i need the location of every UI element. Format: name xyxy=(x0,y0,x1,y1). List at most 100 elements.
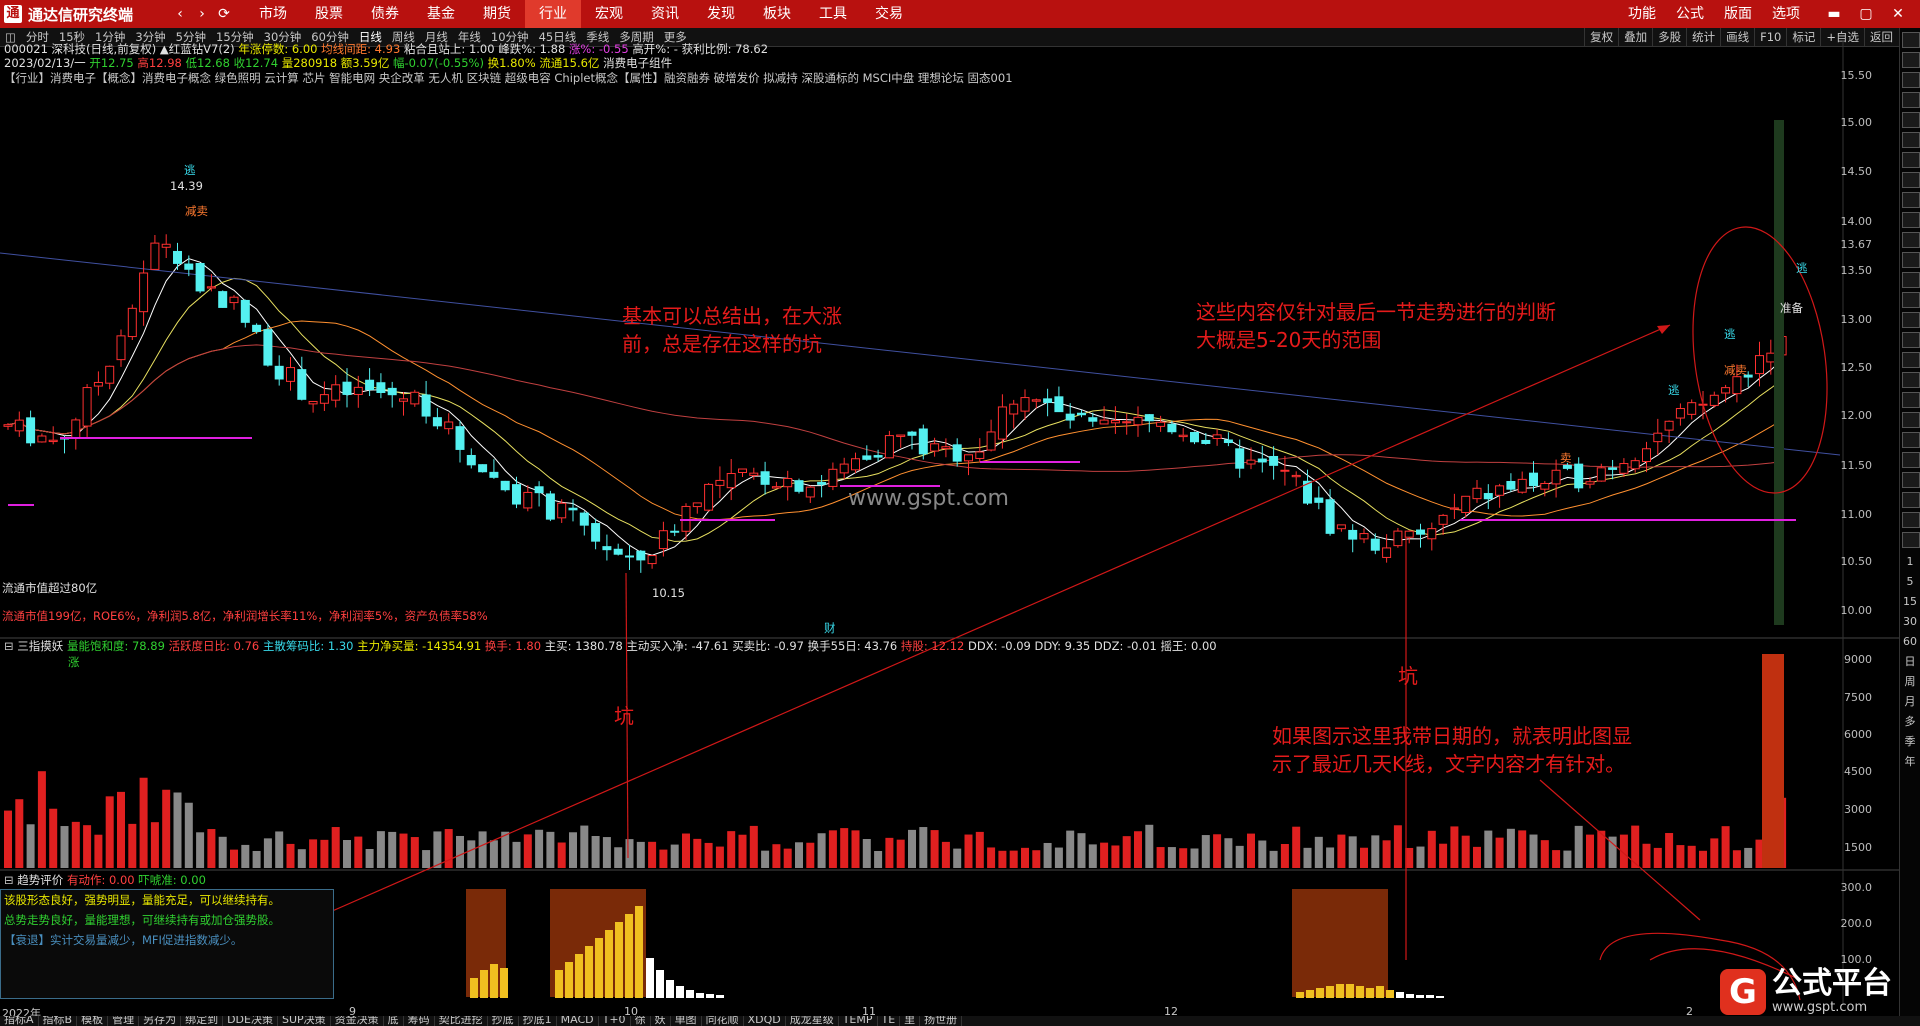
side-tool-icon[interactable] xyxy=(1902,332,1920,348)
side-tool-icon[interactable] xyxy=(1902,272,1920,288)
side-timeframe[interactable]: 60 xyxy=(1900,632,1920,652)
candle-body xyxy=(1201,439,1211,444)
indicator-tab[interactable]: 单图 xyxy=(671,1016,702,1026)
side-tool-icon[interactable] xyxy=(1902,452,1920,468)
collapse-icon[interactable]: ⊟ xyxy=(4,639,14,653)
brand-name: 公式平台 xyxy=(1772,966,1892,1001)
candle-body xyxy=(1382,547,1392,558)
indicator-tab[interactable]: 模板 xyxy=(77,1016,109,1026)
indicator-tab[interactable]: XDQD xyxy=(744,1016,786,1026)
volume-bar xyxy=(1258,840,1267,868)
side-tool-icon[interactable] xyxy=(1902,312,1920,328)
indicator-tab[interactable]: 妖 xyxy=(651,1016,671,1026)
indicator-tab[interactable]: 同花顺 xyxy=(702,1016,744,1026)
side-tool-icon[interactable] xyxy=(1902,192,1920,208)
indicator-tab[interactable]: 指标A xyxy=(0,1016,39,1026)
volume-bar xyxy=(1518,830,1527,868)
side-tool-icon[interactable] xyxy=(1902,112,1920,128)
volume-bar xyxy=(320,839,329,868)
indicator-tab[interactable]: TE xyxy=(878,1016,901,1026)
indicator-tab[interactable]: 抄底 xyxy=(488,1016,519,1026)
side-timeframe[interactable]: 1 xyxy=(1900,552,1920,572)
candle-body xyxy=(1721,387,1731,394)
side-tool-icon[interactable] xyxy=(1902,232,1920,248)
indicator-tab[interactable]: 里 xyxy=(900,1016,921,1026)
indicator-tab[interactable]: 绑定到 xyxy=(181,1016,224,1026)
indicator-tab[interactable]: MACD xyxy=(557,1016,599,1026)
indicator-tab[interactable]: 管理 xyxy=(108,1016,140,1026)
indicator-tab[interactable]: TEMP xyxy=(839,1016,878,1026)
candle-body xyxy=(1393,530,1403,547)
side-timeframe[interactable]: 30 xyxy=(1900,612,1920,632)
signal-column xyxy=(1774,120,1784,625)
side-tool-icon[interactable] xyxy=(1902,32,1920,48)
candle-body xyxy=(1495,485,1505,496)
volume-bar xyxy=(1360,847,1368,868)
side-tool-icon[interactable] xyxy=(1902,432,1920,448)
indicator-tab[interactable]: 指标B xyxy=(39,1016,78,1026)
side-tool-icon[interactable] xyxy=(1902,72,1920,88)
volume-stat: 活跃度日比: 0.76 xyxy=(168,639,260,653)
indicator-tab[interactable]: DDE决策 xyxy=(223,1016,278,1026)
side-tool-icon[interactable] xyxy=(1902,412,1920,428)
side-timeframe[interactable]: 年 xyxy=(1900,752,1920,772)
side-tool-icon[interactable] xyxy=(1902,532,1920,548)
volume-bar xyxy=(456,835,464,868)
volume-bar xyxy=(602,837,611,868)
candle-body xyxy=(918,428,928,455)
volume-tick: 3000 xyxy=(1844,803,1872,816)
side-tool-icon[interactable] xyxy=(1902,392,1920,408)
side-tool-icon[interactable] xyxy=(1902,172,1920,188)
side-timeframe[interactable]: 15 xyxy=(1900,592,1920,612)
side-tool-icon[interactable] xyxy=(1902,92,1920,108)
side-timeframe[interactable]: 月 xyxy=(1900,692,1920,712)
candle-body xyxy=(749,472,759,476)
side-tool-icon[interactable] xyxy=(1902,492,1920,508)
candle-body xyxy=(218,291,228,308)
volume-bar xyxy=(117,791,125,868)
indicator-tab[interactable]: 抄底1 xyxy=(519,1016,557,1026)
side-timeframe[interactable]: 日 xyxy=(1900,652,1920,672)
side-tool-icon[interactable] xyxy=(1902,132,1920,148)
candle-body xyxy=(14,419,24,432)
side-timeframe[interactable]: 周 xyxy=(1900,672,1920,692)
indicator-tab[interactable]: SUP决策 xyxy=(278,1016,331,1026)
side-timeframe[interactable]: 多 xyxy=(1900,712,1920,732)
volume-indicator-name[interactable]: 三指摸妖 xyxy=(17,639,63,653)
volume-bar xyxy=(941,841,950,868)
side-timeframe[interactable]: 季 xyxy=(1900,732,1920,752)
indicator-tab[interactable]: 筹码 xyxy=(404,1016,435,1026)
indicator-tab[interactable]: 底 xyxy=(384,1016,404,1026)
volume-bar xyxy=(1145,824,1154,868)
trend-bar xyxy=(1396,992,1404,998)
indicator-tab[interactable]: 资金决策 xyxy=(331,1016,384,1026)
candle-body xyxy=(1574,463,1584,489)
indicator-tab[interactable]: 另存为 xyxy=(139,1016,182,1026)
collapse-icon[interactable]: ⊟ xyxy=(4,873,14,887)
candle-body xyxy=(1472,487,1482,500)
side-tool-icon[interactable] xyxy=(1902,212,1920,228)
indicator-tab[interactable]: T+0 xyxy=(599,1016,631,1026)
indicator-tab[interactable]: 徐 xyxy=(631,1016,651,1026)
trend-indicator-name[interactable]: 趋势评价 xyxy=(17,873,63,887)
side-tool-icon[interactable] xyxy=(1902,152,1920,168)
volume-tick: 1500 xyxy=(1844,841,1872,854)
indicator-tab[interactable]: 契比进挖 xyxy=(435,1016,488,1026)
side-tool-icon[interactable] xyxy=(1902,52,1920,68)
candle-body xyxy=(432,417,442,427)
flee-label: 逃 xyxy=(1668,383,1680,397)
candle-body xyxy=(71,419,81,439)
side-timeframe[interactable]: 5 xyxy=(1900,572,1920,592)
side-tool-icon[interactable] xyxy=(1902,292,1920,308)
volume-bar xyxy=(309,839,318,868)
side-tool-icon[interactable] xyxy=(1902,472,1920,488)
side-tool-icon[interactable] xyxy=(1902,372,1920,388)
side-tool-icon[interactable] xyxy=(1902,512,1920,528)
trend-bar xyxy=(666,980,674,998)
side-tool-icon[interactable] xyxy=(1902,352,1920,368)
indicator-tab[interactable]: 成龙星级 xyxy=(786,1016,839,1026)
indicator-tab[interactable]: 扬世册 xyxy=(920,1016,963,1026)
limit-up-mark: 涨 xyxy=(68,655,80,669)
candle-body xyxy=(105,365,115,384)
side-tool-icon[interactable] xyxy=(1902,252,1920,268)
